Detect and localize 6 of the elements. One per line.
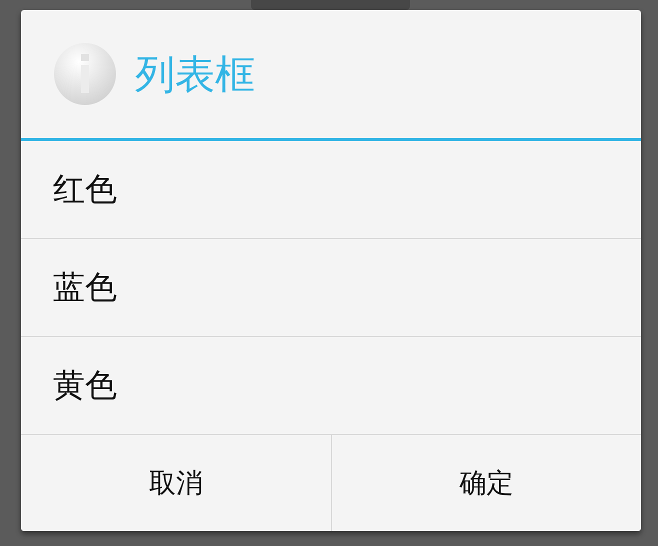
cancel-button[interactable]: 取消	[21, 435, 331, 531]
list-item[interactable]: 红色	[21, 141, 641, 239]
list-item[interactable]: 蓝色	[21, 239, 641, 337]
dialog-title: 列表框	[135, 50, 255, 100]
ok-button[interactable]: 确定	[331, 435, 641, 531]
info-icon	[53, 42, 117, 106]
